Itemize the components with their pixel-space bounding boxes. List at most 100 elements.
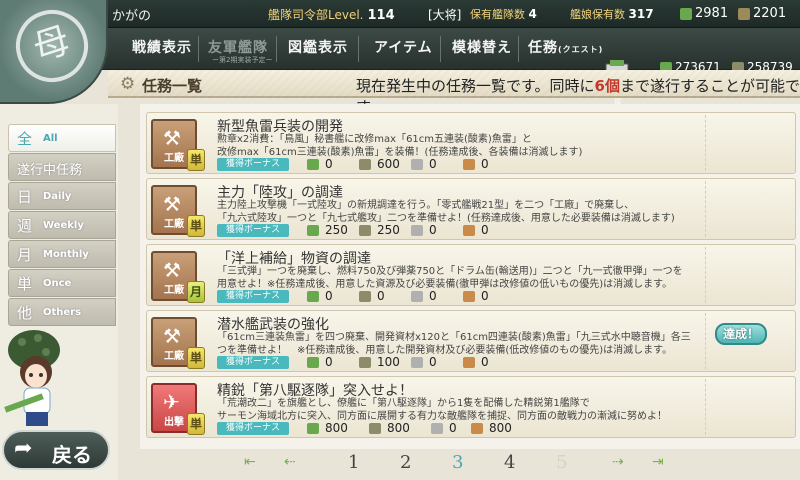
ammo-icon (369, 423, 381, 434)
reward-fuel: 800 (307, 421, 348, 435)
steel-icon (411, 291, 423, 302)
steel-icon (411, 357, 423, 368)
bauxite-icon (463, 357, 475, 368)
steel-icon (411, 225, 423, 236)
filter-tab-daily[interactable]: 日 Daily (8, 182, 116, 210)
filter-tab-in-progress[interactable]: 遂行中任務 (8, 153, 116, 181)
reward-bauxite: 800 (471, 421, 512, 435)
last-page-icon[interactable]: ⇥ (652, 454, 664, 470)
bonus-label: 獲得ボーナス (217, 290, 289, 303)
top-status-bar: かがの 艦隊司令部Level. 114 [大将] 保有艦隊数 4 艦娘保有数 31… (0, 0, 800, 28)
bucket-icon (680, 7, 692, 20)
quest-description: 勲章x2消費：「鳥風」秘書艦に改修max「61cm五連装(酸素)魚雷」と 改修ma… (217, 134, 583, 158)
status-slot (705, 115, 793, 171)
main-menu-bar: 戦績表示 友軍艦隊 ー第2期実装予定ー 図鑑表示 アイテム 模様替え 任務(クエ… (0, 28, 800, 105)
reward-bauxite: 0 (463, 157, 489, 171)
reward-steel: 0 (411, 157, 437, 171)
reward-bauxite: 0 (463, 223, 489, 237)
page-title: 任務一覧 (142, 77, 203, 95)
frequency-badge: 単 (187, 149, 205, 171)
prev-page-icon[interactable]: ⇠ (284, 454, 296, 470)
hammer-icon: ⚒ (163, 126, 181, 150)
fuel-icon (307, 225, 319, 236)
filter-tab-all[interactable]: 全 All (8, 124, 116, 152)
quest-row[interactable]: ⚒ 工廠 単 新型魚雷兵装の開発 勲章x2消費：「鳥風」秘書艦に改修max「61c… (146, 112, 796, 174)
menu-quest[interactable]: 任務(クエスト) (528, 37, 603, 57)
bonus-label: 獲得ボーナス (217, 158, 289, 171)
fuel-icon (307, 423, 319, 434)
filter-tab-once[interactable]: 単 Once (8, 269, 116, 297)
reward-steel: 0 (431, 421, 457, 435)
admiral-name: かがの (112, 9, 152, 24)
reward-ammo: 800 (369, 421, 410, 435)
page-1[interactable]: 1 (348, 452, 359, 473)
steel-icon (411, 159, 423, 170)
reward-steel: 0 (411, 355, 437, 369)
bauxite-icon (471, 423, 483, 434)
filter-tab-weekly[interactable]: 週 Weekly (8, 211, 116, 239)
first-page-icon[interactable]: ⇤ (244, 454, 256, 470)
reward-fuel: 0 (307, 289, 333, 303)
menu-record[interactable]: 戦績表示 (132, 37, 192, 57)
reward-steel: 0 (411, 223, 437, 237)
ammo-icon (359, 225, 371, 236)
emblem-icon: 母 (6, 0, 98, 92)
steel-icon (431, 423, 443, 434)
frequency-badge: 月 (187, 281, 205, 303)
frequency-badge: 単 (187, 413, 205, 435)
bonus-label: 獲得ボーナス (217, 422, 289, 435)
frequency-badge: 単 (187, 347, 205, 369)
status-slot (705, 181, 793, 237)
hq-emblem: 母 (0, 0, 108, 104)
bonus-label: 獲得ボーナス (217, 356, 289, 369)
fuel-icon (307, 159, 319, 170)
reward-ammo: 100 (359, 355, 400, 369)
page-5: 5 (556, 452, 568, 473)
pagination: ⇤ ⇠ 1 2 3 4 5 ⇢ ⇥ (240, 452, 700, 478)
reward-steel: 0 (411, 289, 437, 303)
next-page-icon[interactable]: ⇢ (612, 454, 624, 470)
quest-row[interactable]: ⚒ 工廠 単 主力「陸攻」の調達 主力陸上攻撃機「一式陸攻」の新規調達を行う。「零… (146, 178, 796, 240)
page-4[interactable]: 4 (504, 452, 515, 473)
devmat-count: 2201 (738, 6, 786, 21)
menu-library[interactable]: 図鑑表示 (288, 37, 348, 57)
bauxite-icon (463, 291, 475, 302)
bucket-count: 2981 (680, 6, 728, 21)
filter-tab-monthly[interactable]: 月 Monthly (8, 240, 116, 268)
quest-description: 「荒潮改二」を旗艦とし、僚艦に「第八駆逐隊」から1隻を配備した精鋭第1艦隊で サー… (217, 398, 667, 422)
hammer-icon: ⚒ (163, 192, 181, 216)
secretary-chibi[interactable] (0, 320, 110, 440)
back-button[interactable]: ➦ 戻る (2, 430, 110, 470)
status-slot (705, 247, 793, 303)
reward-ammo: 600 (359, 157, 400, 171)
bauxite-icon (463, 225, 475, 236)
bonus-label: 獲得ボーナス (217, 224, 289, 237)
bauxite-icon (463, 159, 475, 170)
menu-friend-fleet-sub: ー第2期実装予定ー (212, 56, 273, 64)
quest-row[interactable]: ✈ 出撃 単 精鋭「第八駆逐隊」突入せよ！ 「荒潮改二」を旗艦とし、僚艦に「第八駆… (146, 376, 796, 438)
completed-badge[interactable]: 達成！ (715, 323, 767, 345)
quest-row[interactable]: ⚒ 工廠 単 潜水艦武装の強化 「61cm三連装魚雷」を四つ廃棄、開発資材x120… (146, 310, 796, 372)
quest-description: 「61cm三連装魚雷」を四つ廃棄、開発資材x120と「61cm四連装(酸素)魚雷… (217, 332, 691, 356)
page-2[interactable]: 2 (400, 452, 411, 473)
shipgirl-count: 艦娘保有数 317 (570, 7, 654, 21)
ships-count: 保有艦隊数 4 (470, 7, 537, 21)
reward-fuel: 0 (307, 355, 333, 369)
gear-icon: ⚙ (120, 74, 136, 94)
reward-ammo: 250 (359, 223, 400, 237)
page-3[interactable]: 3 (452, 452, 463, 473)
quest-description: 「三式弾」一つを廃棄し、燃料750及び弾薬750と「ドラム缶(輸送用)」二つと「… (217, 266, 683, 290)
reward-ammo: 0 (359, 289, 385, 303)
reward-bauxite: 0 (463, 355, 489, 369)
menu-items[interactable]: アイテム (374, 37, 433, 57)
ammo-icon (359, 159, 371, 170)
menu-furniture[interactable]: 模様替え (452, 37, 512, 57)
frequency-badge: 単 (187, 215, 205, 237)
menu-friend-fleet[interactable]: 友軍艦隊 (208, 37, 268, 57)
plane-icon: ✈ (163, 390, 180, 414)
status-slot (705, 379, 793, 435)
back-arrow-icon: ➦ (14, 436, 33, 461)
reward-fuel: 250 (307, 223, 348, 237)
quest-row[interactable]: ⚒ 工廠 月 「洋上補給」物資の調達 「三式弾」一つを廃棄し、燃料750及び弾薬7… (146, 244, 796, 306)
quest-header: ⚙ 任務一覧 現在発生中の任務一覧です。同時に6個まで遂行することが可能です。 (108, 70, 800, 116)
